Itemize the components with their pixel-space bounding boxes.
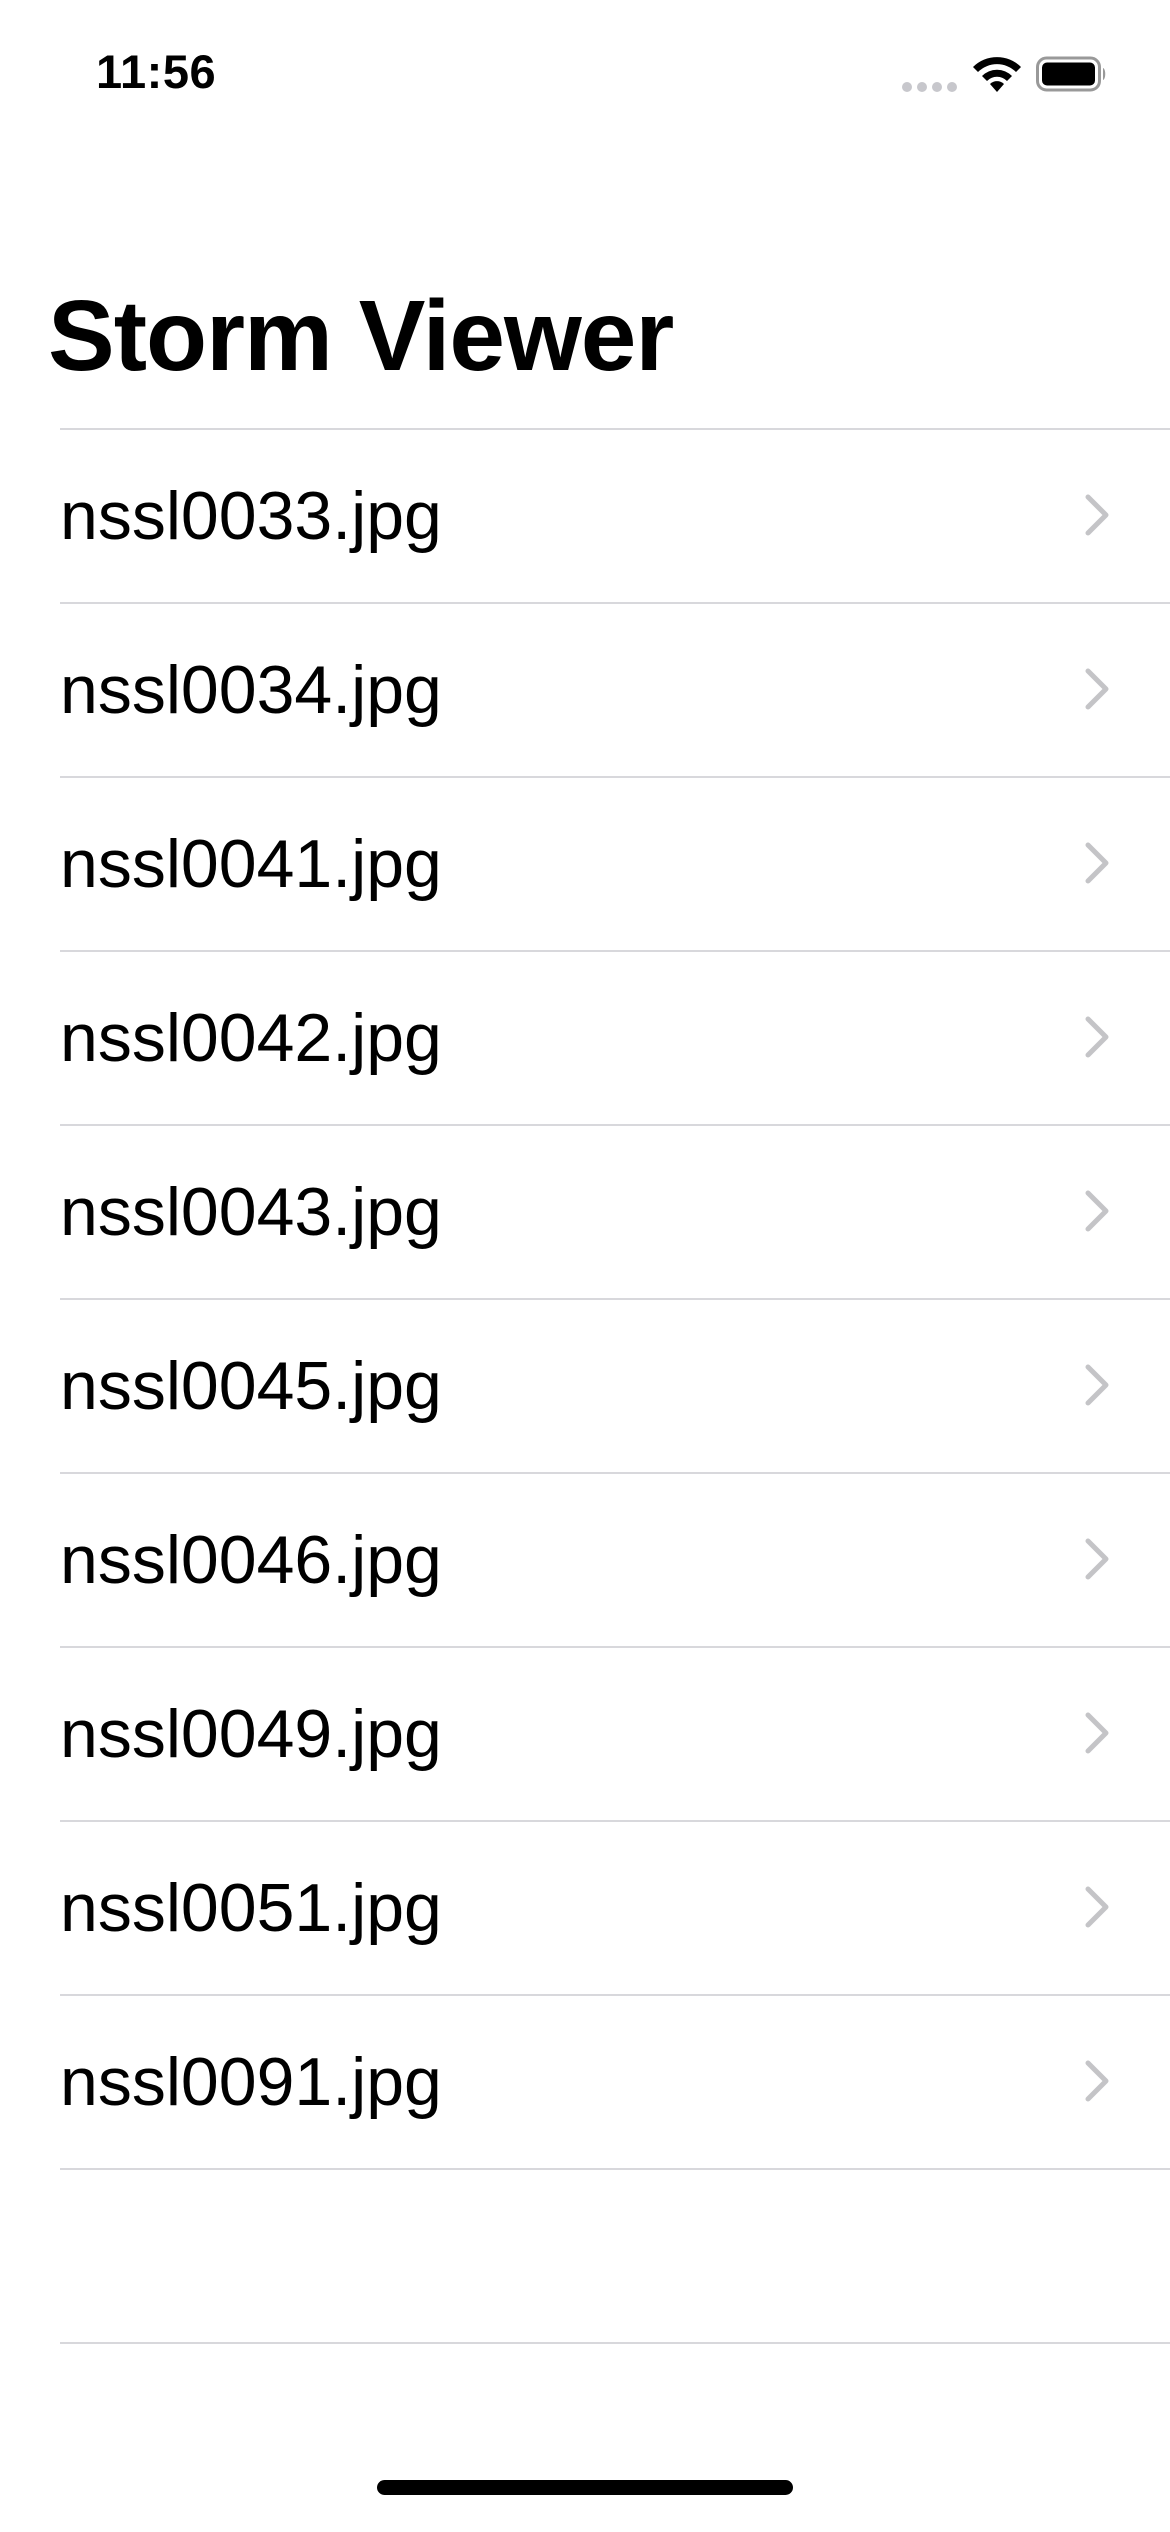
row-label: nssl0049.jpg <box>60 1696 442 1772</box>
row-label: nssl0041.jpg <box>60 826 442 902</box>
table-row[interactable]: nssl0045.jpg <box>60 1298 1170 1472</box>
table-row[interactable]: nssl0046.jpg <box>60 1472 1170 1646</box>
table-row[interactable]: nssl0043.jpg <box>60 1124 1170 1298</box>
table-row[interactable]: nssl0049.jpg <box>60 1646 1170 1820</box>
row-label: nssl0091.jpg <box>60 2044 442 2120</box>
chevron-right-icon <box>1085 1364 1109 1406</box>
image-list: nssl0033.jpg nssl0034.jpg nssl0041.jpg n… <box>0 428 1170 2516</box>
chevron-right-icon <box>1085 1886 1109 1928</box>
page-title: Storm Viewer <box>48 280 674 392</box>
chevron-right-icon <box>1085 2060 1109 2102</box>
row-label: nssl0051.jpg <box>60 1870 442 1946</box>
empty-row <box>60 2168 1170 2342</box>
chevron-right-icon <box>1085 1538 1109 1580</box>
status-time: 11:56 <box>96 45 217 98</box>
table-row[interactable]: nssl0033.jpg <box>60 428 1170 602</box>
row-label: nssl0042.jpg <box>60 1000 442 1076</box>
chevron-right-icon <box>1085 668 1109 710</box>
table-row[interactable]: nssl0051.jpg <box>60 1820 1170 1994</box>
chevron-right-icon <box>1085 494 1109 536</box>
row-label: nssl0045.jpg <box>60 1348 442 1424</box>
chevron-right-icon <box>1085 1712 1109 1754</box>
row-label: nssl0043.jpg <box>60 1174 442 1250</box>
chevron-right-icon <box>1085 842 1109 884</box>
table-row[interactable]: nssl0041.jpg <box>60 776 1170 950</box>
table-row[interactable]: nssl0091.jpg <box>60 1994 1170 2168</box>
chevron-right-icon <box>1085 1016 1109 1058</box>
chevron-right-icon <box>1085 1190 1109 1232</box>
status-bar: 11:56 <box>0 0 1170 140</box>
home-indicator[interactable] <box>377 2480 793 2495</box>
battery-full-icon <box>1036 56 1106 92</box>
row-label: nssl0033.jpg <box>60 478 442 554</box>
table-row[interactable]: nssl0034.jpg <box>60 602 1170 776</box>
wifi-icon <box>973 57 1021 92</box>
cellular-signal-icon <box>902 78 958 92</box>
row-label: nssl0046.jpg <box>60 1522 442 1598</box>
table-row[interactable]: nssl0042.jpg <box>60 950 1170 1124</box>
row-label: nssl0034.jpg <box>60 652 442 728</box>
